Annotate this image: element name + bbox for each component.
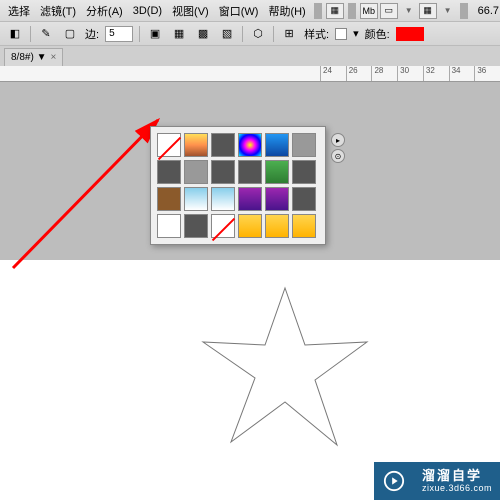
ruler-tick: 30 xyxy=(397,66,423,81)
mb-icon[interactable]: Mb xyxy=(360,3,378,19)
geometry-icon[interactable]: ⬡ xyxy=(249,26,267,42)
color-label: 颜色: xyxy=(365,26,390,42)
menu-analysis[interactable]: 分析(A) xyxy=(82,1,127,21)
style-swatch[interactable] xyxy=(184,214,208,238)
document-tab[interactable]: 8/8#) ▼ × xyxy=(4,48,63,66)
ruler-tick: 24 xyxy=(320,66,346,81)
watermark-url: zixue.3d66.com xyxy=(422,483,492,494)
separator xyxy=(139,26,140,42)
style-swatch[interactable] xyxy=(292,133,316,157)
separator xyxy=(348,3,356,19)
menu-help[interactable]: 帮助(H) xyxy=(264,1,309,21)
style-swatch[interactable] xyxy=(157,214,181,238)
separator xyxy=(273,26,274,42)
style-swatch[interactable] xyxy=(211,133,235,157)
style-swatch[interactable] xyxy=(238,187,262,211)
popup-next-icon[interactable]: ▸ xyxy=(331,133,345,147)
menu-select[interactable]: 选择 xyxy=(4,1,34,21)
horizontal-ruler: 24 26 28 30 32 34 36 xyxy=(0,66,500,82)
style-swatch[interactable] xyxy=(265,133,289,157)
style-swatch[interactable] xyxy=(238,214,262,238)
style-swatch[interactable] xyxy=(265,160,289,184)
separator xyxy=(30,26,31,42)
style-swatch[interactable] xyxy=(265,214,289,238)
ruler-tick: 26 xyxy=(346,66,372,81)
menu-view[interactable]: 视图(V) xyxy=(168,1,213,21)
style-swatch[interactable] xyxy=(292,160,316,184)
style-swatch[interactable] xyxy=(184,133,208,157)
style-none[interactable] xyxy=(157,133,181,157)
menu-window[interactable]: 窗口(W) xyxy=(215,1,263,21)
hand-icon[interactable]: ▦ xyxy=(419,3,437,19)
menu-3d[interactable]: 3D(D) xyxy=(129,3,166,19)
style-swatch[interactable] xyxy=(265,187,289,211)
shape-icon[interactable]: ▢ xyxy=(61,26,79,42)
style-swatch[interactable] xyxy=(211,187,235,211)
tool-preset-icon[interactable]: ◧ xyxy=(6,26,24,42)
separator xyxy=(460,3,468,19)
popup-menu-icon[interactable]: ⊙ xyxy=(331,149,345,163)
watermark: 溜溜自学 zixue.3d66.com xyxy=(374,462,500,500)
watermark-title: 溜溜自学 xyxy=(422,468,492,484)
style-swatch[interactable] xyxy=(184,160,208,184)
exclude-icon[interactable]: ▧ xyxy=(218,26,236,42)
watermark-logo xyxy=(374,462,414,500)
menu-filter[interactable]: 滤镜(T) xyxy=(36,1,80,21)
style-swatch[interactable] xyxy=(211,160,235,184)
style-swatch[interactable] xyxy=(157,160,181,184)
bridge-icon[interactable]: ▦ xyxy=(326,3,344,19)
style-none[interactable] xyxy=(211,214,235,238)
color-swatch[interactable] xyxy=(396,27,424,41)
ruler-tick: 28 xyxy=(371,66,397,81)
style-picker-popup[interactable]: ▸ ⊙ xyxy=(150,126,326,245)
style-swatch[interactable] xyxy=(184,187,208,211)
edge-input[interactable] xyxy=(105,26,133,42)
tab-label: 8/8#) ▼ xyxy=(11,52,46,63)
popup-controls: ▸ ⊙ xyxy=(331,133,345,163)
ruler-tick: 34 xyxy=(449,66,475,81)
ruler-tick: 36 xyxy=(474,66,500,81)
work-area: 24 26 28 30 32 34 36 xyxy=(0,66,500,260)
style-checkbox[interactable] xyxy=(335,28,347,40)
style-swatch[interactable] xyxy=(292,214,316,238)
subtract-icon[interactable]: ▦ xyxy=(170,26,188,42)
separator xyxy=(242,26,243,42)
menu-bar: 选择 滤镜(T) 分析(A) 3D(D) 视图(V) 窗口(W) 帮助(H) ▦… xyxy=(0,0,500,22)
zoom-value[interactable]: 66.7 xyxy=(472,5,500,17)
style-swatch[interactable] xyxy=(292,187,316,211)
style-swatch[interactable] xyxy=(157,187,181,211)
ruler-tick: 32 xyxy=(423,66,449,81)
path-icon[interactable]: ✎ xyxy=(37,26,55,42)
style-swatch[interactable] xyxy=(238,133,262,157)
separator xyxy=(314,3,322,19)
style-label: 样式: xyxy=(304,26,329,42)
close-icon[interactable]: × xyxy=(50,52,56,63)
star-shape[interactable] xyxy=(195,280,375,460)
options-bar: ◧ ✎ ▢ 边: ▣ ▦ ▩ ▧ ⬡ ⊞ 样式: ▾ 颜色: xyxy=(0,22,500,46)
style-swatch[interactable] xyxy=(238,160,262,184)
align-icon[interactable]: ⊞ xyxy=(280,26,298,42)
screen-mode-icon[interactable]: ▭ xyxy=(380,3,398,19)
combine-icon[interactable]: ▣ xyxy=(146,26,164,42)
style-grid xyxy=(157,133,319,238)
document-tab-bar: 8/8#) ▼ × xyxy=(0,46,500,66)
intersect-icon[interactable]: ▩ xyxy=(194,26,212,42)
edge-label: 边: xyxy=(85,26,99,42)
watermark-text: 溜溜自学 zixue.3d66.com xyxy=(414,462,500,500)
